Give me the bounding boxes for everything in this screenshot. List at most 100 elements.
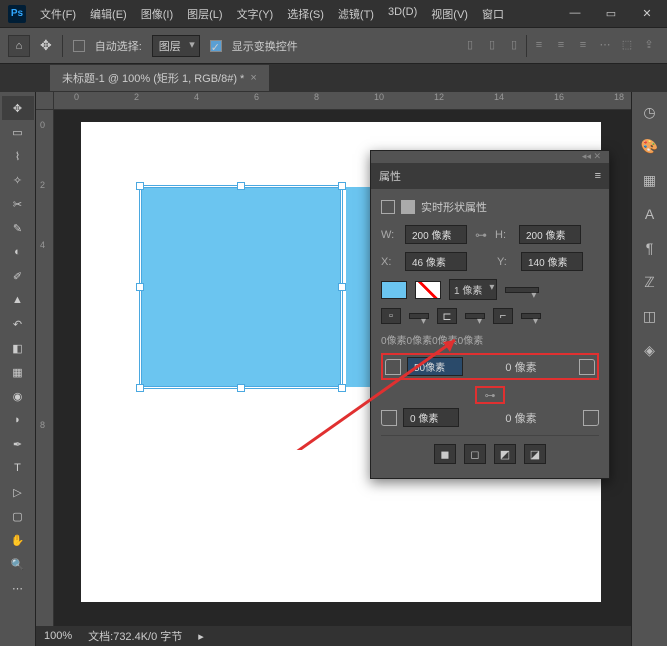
fill-swatch[interactable] [381, 281, 407, 299]
path-subtract-icon[interactable]: ◻ [464, 444, 486, 464]
height-input[interactable] [519, 225, 581, 244]
history-brush-tool[interactable]: ↶ [2, 312, 34, 336]
share-icon[interactable]: ⇪ [639, 35, 659, 55]
y-input[interactable] [521, 252, 583, 271]
brush-tool[interactable]: ✐ [2, 264, 34, 288]
menu-window[interactable]: 窗口 [476, 2, 510, 26]
w-label: W: [381, 229, 397, 241]
menu-select[interactable]: 选择(S) [281, 2, 330, 26]
menu-type[interactable]: 文字(Y) [231, 2, 280, 26]
tab-title: 未标题-1 @ 100% (矩形 1, RGB/8#) * [62, 70, 244, 86]
corner-bl-input[interactable] [403, 408, 459, 427]
right-panel-dock: ◷ 🎨 ▦ A ¶ ℤ ◫ ◈ [631, 92, 667, 646]
path-combine-icon[interactable]: ◼ [434, 444, 456, 464]
ruler-horizontal: 0 2 4 6 8 10 12 14 16 18 [54, 92, 631, 110]
stroke-caps-dd[interactable] [465, 313, 485, 319]
eyedropper-tool[interactable]: ✎ [2, 216, 34, 240]
layers-panel-icon[interactable]: ◈ [638, 338, 662, 362]
corner-tl-input[interactable] [407, 357, 463, 376]
rectangle-tool[interactable]: ▢ [2, 504, 34, 528]
stroke-caps-dropdown[interactable]: ⊏ [437, 308, 457, 324]
paragraph-panel-icon[interactable]: ¶ [638, 236, 662, 260]
menu-image[interactable]: 图像(I) [135, 2, 179, 26]
glyphs-panel-icon[interactable]: ℤ [638, 270, 662, 294]
minimize-icon[interactable]: — [563, 7, 587, 20]
history-panel-icon[interactable]: ◷ [638, 100, 662, 124]
lasso-tool[interactable]: ⌇ [2, 144, 34, 168]
menu-edit[interactable]: 编辑(E) [84, 2, 133, 26]
panel-menu-icon[interactable]: ≡ [595, 170, 601, 182]
layer-dropdown[interactable]: 图层 [152, 35, 200, 57]
app-logo: Ps [8, 5, 26, 23]
pen-tool[interactable]: ✒ [2, 432, 34, 456]
stroke-width-input[interactable]: 1 像素 [449, 279, 497, 300]
more-options-icon[interactable]: ⋯ [595, 35, 615, 55]
x-input[interactable] [405, 252, 467, 271]
align-group: ▯ ▯ ▯ ≡ ≡ ≡ ⋯ ⬚ ⇪ [460, 35, 659, 57]
3d-mode-icon[interactable]: ⬚ [617, 35, 637, 55]
doc-info: 文档:732.4K/0 字节 [88, 628, 182, 644]
character-panel-icon[interactable]: A [638, 202, 662, 226]
tab-close-icon[interactable]: × [250, 72, 256, 84]
healing-tool[interactable]: ◐ [2, 240, 34, 264]
stroke-corners-dropdown[interactable]: ⌐ [493, 308, 513, 324]
auto-select-checkbox[interactable] [73, 40, 85, 52]
menu-view[interactable]: 视图(V) [425, 2, 474, 26]
show-transform-checkbox[interactable]: ✓ [210, 40, 222, 52]
corner-br-icon [583, 410, 599, 426]
hand-tool[interactable]: ✋ [2, 528, 34, 552]
document-tab[interactable]: 未标题-1 @ 100% (矩形 1, RGB/8#) * × [50, 65, 269, 91]
libraries-panel-icon[interactable]: ◫ [638, 304, 662, 328]
home-button[interactable]: ⌂ [8, 35, 30, 57]
menu-filter[interactable]: 滤镜(T) [332, 2, 380, 26]
menu-file[interactable]: 文件(F) [34, 2, 82, 26]
menu-layer[interactable]: 图层(L) [181, 2, 228, 26]
edit-toolbar[interactable]: ⋯ [2, 576, 34, 600]
path-select-tool[interactable]: ▷ [2, 480, 34, 504]
corner-bl-icon [381, 410, 397, 426]
status-bar: 100% 文档:732.4K/0 字节 ▸ [36, 626, 631, 646]
path-intersect-icon[interactable]: ◩ [494, 444, 516, 464]
wh-link-icon[interactable]: ⊶ [475, 228, 487, 242]
align-right-icon[interactable]: ▯ [504, 35, 524, 55]
align-center-icon[interactable]: ▯ [482, 35, 502, 55]
path-exclude-icon[interactable]: ◪ [524, 444, 546, 464]
align-top-icon[interactable]: ≡ [529, 35, 549, 55]
blur-tool[interactable]: ◉ [2, 384, 34, 408]
crop-tool[interactable]: ✂ [2, 192, 34, 216]
gradient-tool[interactable]: ▦ [2, 360, 34, 384]
move-tool[interactable]: ✥ [2, 96, 34, 120]
swatches-panel-icon[interactable]: ▦ [638, 168, 662, 192]
zoom-tool[interactable]: 🔍 [2, 552, 34, 576]
maximize-icon[interactable]: ▭ [599, 7, 623, 20]
stroke-align-dropdown[interactable]: ▫ [381, 308, 401, 324]
corner-link-icon[interactable]: ⊶ [475, 386, 505, 404]
panel-collapse-bar[interactable]: ◂◂ ✕ [371, 151, 609, 163]
stroke-style-dropdown[interactable] [505, 287, 539, 293]
align-bottom-icon[interactable]: ≡ [573, 35, 593, 55]
y-label: Y: [497, 256, 513, 268]
stroke-swatch[interactable] [415, 281, 441, 299]
stroke-align-dd[interactable] [409, 313, 429, 319]
marquee-tool[interactable]: ▭ [2, 120, 34, 144]
doc-info-chevron-icon[interactable]: ▸ [198, 630, 204, 643]
width-input[interactable] [405, 225, 467, 244]
menu-3d[interactable]: 3D(D) [382, 2, 423, 26]
eraser-tool[interactable]: ◧ [2, 336, 34, 360]
stamp-tool[interactable]: ▲ [2, 288, 34, 312]
zoom-level[interactable]: 100% [44, 630, 72, 642]
shape-rectangle-1[interactable] [141, 187, 341, 387]
window-controls: — ▭ ✕ [563, 7, 659, 20]
dodge-tool[interactable]: ◗ [2, 408, 34, 432]
align-middle-icon[interactable]: ≡ [551, 35, 571, 55]
auto-select-label: 自动选择: [95, 38, 142, 54]
align-left-icon[interactable]: ▯ [460, 35, 480, 55]
color-panel-icon[interactable]: 🎨 [638, 134, 662, 158]
corner-br-value: 0 像素 [465, 410, 577, 426]
magic-wand-tool[interactable]: ✧ [2, 168, 34, 192]
stroke-corners-dd[interactable] [521, 313, 541, 319]
type-tool[interactable]: T [2, 456, 34, 480]
close-icon[interactable]: ✕ [635, 7, 659, 20]
corner-tl-icon [385, 359, 401, 375]
panel-header[interactable]: 属性 ≡ [371, 163, 609, 189]
